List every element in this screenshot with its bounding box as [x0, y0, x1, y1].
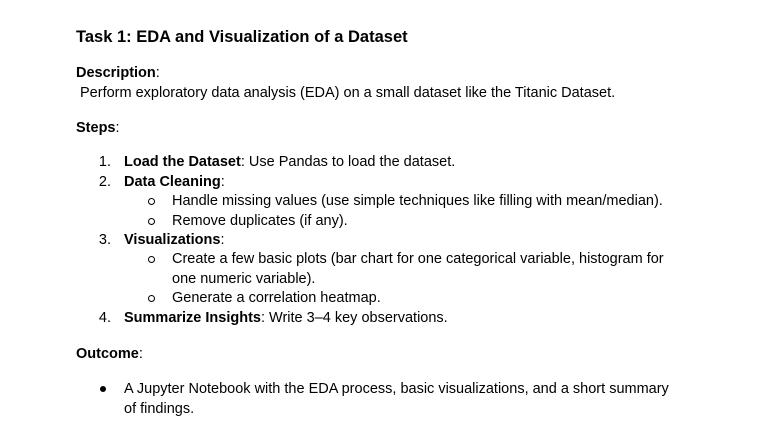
step-3: Visualizations:	[124, 231, 224, 250]
step-1-title: Load the Dataset	[124, 154, 241, 170]
document-page: Task 1: EDA and Visualization of a Datas…	[0, 0, 772, 441]
steps-heading-colon: :	[115, 120, 120, 136]
step-2-title: Data Cleaning	[124, 174, 221, 190]
step-3-number: 3.	[98, 232, 111, 248]
step-2-subitem: Handle missing values (use simple techni…	[172, 193, 663, 209]
step-4-number: 4.	[98, 310, 111, 326]
outcome-heading: Outcome:	[76, 345, 143, 364]
step-3-text: :	[220, 232, 225, 248]
step-3-subitem-line1: Create a few basic plots (bar chart for …	[172, 251, 664, 267]
step-2-text: :	[220, 174, 225, 190]
steps-heading: Steps:	[76, 119, 120, 138]
filled-bullet-icon	[100, 386, 106, 392]
step-4: Summarize Insights: Write 3–4 key observ…	[124, 309, 448, 328]
outcome-heading-colon: :	[138, 346, 143, 362]
description-heading: Description:	[76, 64, 160, 83]
hollow-bullet-icon	[148, 218, 155, 225]
step-1-number: 1.	[98, 154, 111, 170]
steps-heading-label: Steps	[76, 120, 116, 136]
step-2-subitem: Remove duplicates (if any).	[172, 213, 348, 229]
step-3-title: Visualizations	[124, 232, 221, 248]
step-1: Load the Dataset: Use Pandas to load the…	[124, 153, 455, 172]
outcome-bullet-line2: of findings.	[124, 401, 195, 417]
step-4-text: : Write 3–4 key observations.	[260, 310, 448, 326]
step-3-subitem: Generate a correlation heatmap.	[172, 290, 381, 306]
step-2-number: 2.	[98, 174, 111, 190]
hollow-bullet-icon	[148, 198, 155, 205]
description-heading-label: Description	[76, 65, 156, 81]
step-4-title: Summarize Insights	[124, 310, 261, 326]
step-3-subitem-line2: one numeric variable).	[172, 271, 316, 287]
outcome-heading-label: Outcome	[76, 346, 139, 362]
step-1-text: : Use Pandas to load the dataset.	[240, 154, 456, 170]
description-text: Perform exploratory data analysis (EDA) …	[80, 85, 616, 101]
step-2: Data Cleaning:	[124, 173, 225, 192]
hollow-bullet-icon	[148, 256, 155, 263]
description-heading-colon: :	[155, 65, 160, 81]
hollow-bullet-icon	[148, 295, 155, 302]
outcome-bullet-line1: A Jupyter Notebook with the EDA process,…	[124, 381, 669, 397]
page-title: Task 1: EDA and Visualization of a Datas…	[76, 28, 408, 46]
